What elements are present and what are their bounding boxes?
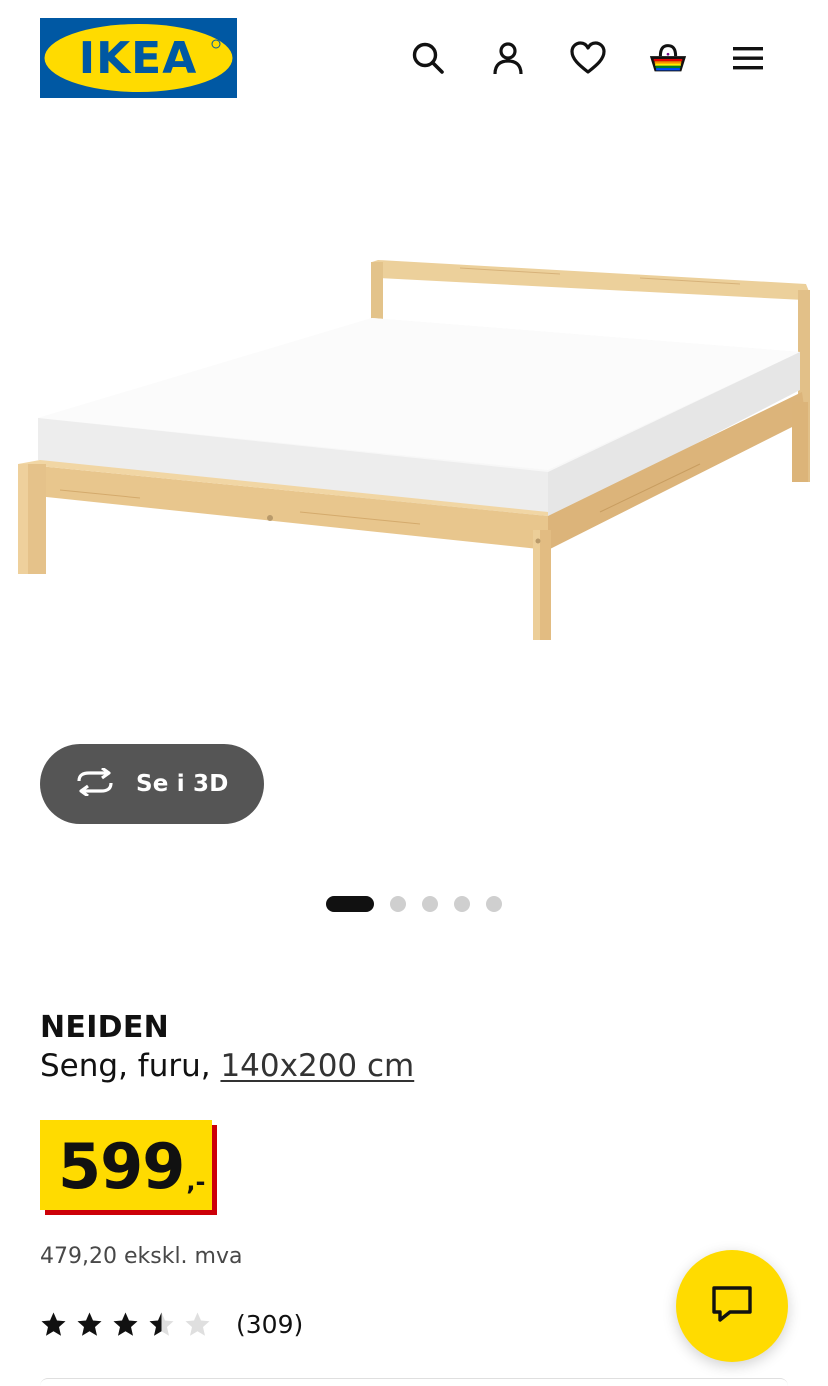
product-type: Seng, furu, [40, 1048, 221, 1084]
rating-count: (309) [236, 1309, 304, 1339]
gallery-dot-5[interactable] [486, 896, 502, 912]
menu-icon[interactable] [728, 38, 768, 78]
price-tag: 599 ,- [40, 1120, 212, 1210]
product-name: NEIDEN [40, 1010, 170, 1045]
product-size-link[interactable]: 140x200 cm [220, 1048, 414, 1084]
svg-text:IKEA: IKEA [79, 33, 198, 84]
price-suffix: ,- [186, 1168, 206, 1196]
view-in-3d-button[interactable]: Se i 3D [40, 744, 264, 824]
gallery-pagination [326, 896, 502, 912]
star-icon [113, 1312, 138, 1336]
ikea-logo[interactable]: IKEA [40, 18, 237, 98]
price-excl-vat: 479,20 ekskl. mva [40, 1244, 243, 1269]
heart-icon[interactable] [568, 38, 608, 78]
account-icon[interactable] [488, 38, 528, 78]
chat-icon [710, 1284, 754, 1328]
star-icon [41, 1312, 66, 1336]
view-in-3d-label: Se i 3D [136, 771, 229, 797]
shopping-bag-icon[interactable] [648, 38, 688, 78]
gallery-dot-3[interactable] [422, 896, 438, 912]
product-image[interactable] [0, 120, 828, 760]
rotate-3d-icon [74, 766, 116, 800]
star-icon [77, 1312, 102, 1336]
price-value: 599 [58, 1130, 185, 1203]
section-divider [40, 1378, 788, 1386]
search-icon[interactable] [408, 38, 448, 78]
star-icon [149, 1312, 174, 1336]
rating-summary[interactable]: (309) [40, 1306, 303, 1342]
rating-stars [40, 1311, 220, 1338]
star-icon [185, 1312, 210, 1336]
chat-button[interactable] [676, 1250, 788, 1362]
gallery-dot-4[interactable] [454, 896, 470, 912]
top-header: IKEA [0, 0, 828, 120]
gallery-dot-2[interactable] [390, 896, 406, 912]
gallery-dot-1[interactable] [326, 896, 374, 912]
product-description: Seng, furu, 140x200 cm [40, 1048, 414, 1084]
